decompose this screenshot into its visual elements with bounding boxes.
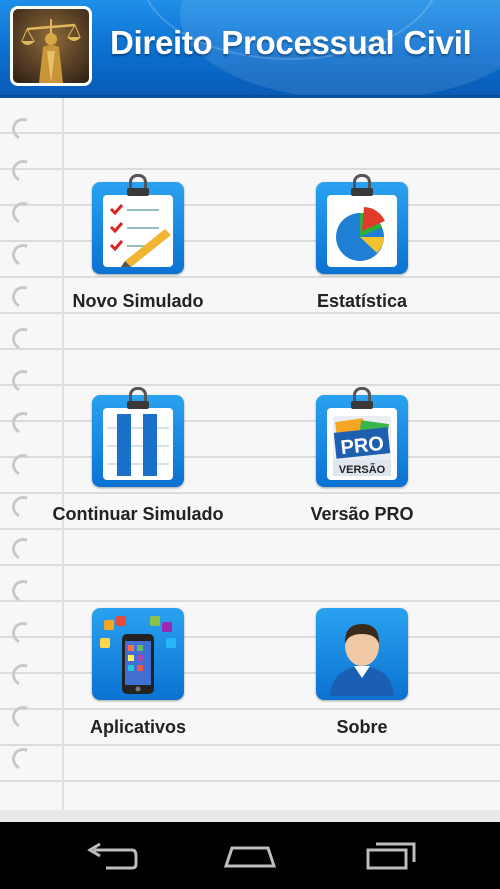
pro-badge-text: PRO bbox=[340, 433, 385, 459]
spiral-ring bbox=[8, 492, 38, 522]
spiral-ring bbox=[8, 240, 38, 270]
menu-item-sobre[interactable]: Sobre bbox=[262, 608, 462, 778]
pause-icon bbox=[92, 387, 184, 487]
spiral-ring bbox=[8, 576, 38, 606]
back-button[interactable] bbox=[80, 836, 140, 876]
system-navigation-bar bbox=[0, 822, 500, 889]
app-header: Direito Processual Civil bbox=[0, 0, 500, 98]
recents-button[interactable] bbox=[360, 836, 420, 876]
justice-statue-icon bbox=[13, 9, 89, 83]
versao-badge-text: VERSÃO bbox=[339, 463, 386, 476]
spiral-ring bbox=[8, 324, 38, 354]
spiral-ring bbox=[8, 702, 38, 732]
pro-version-icon: PRO VERSÃO bbox=[316, 387, 408, 487]
menu-item-label: Versão PRO bbox=[310, 504, 414, 524]
menu-item-versao-pro[interactable]: PRO VERSÃO Versão PRO bbox=[262, 387, 462, 565]
spiral-ring bbox=[8, 450, 38, 480]
spiral-ring bbox=[8, 660, 38, 690]
spiral-ring bbox=[8, 534, 38, 564]
spiral-ring bbox=[8, 282, 38, 312]
user-avatar-icon bbox=[316, 608, 408, 700]
spiral-ring bbox=[8, 618, 38, 648]
spiral-ring bbox=[8, 408, 38, 438]
recents-icon bbox=[366, 842, 416, 870]
spiral-ring bbox=[8, 198, 38, 228]
spiral-ring bbox=[8, 156, 38, 186]
spiral-ring bbox=[8, 114, 38, 144]
menu-item-label: Sobre bbox=[336, 717, 388, 737]
spiral-ring bbox=[8, 366, 38, 396]
menu-item-label: Novo Simulado bbox=[72, 291, 204, 311]
menu-item-label: Aplicativos bbox=[89, 717, 187, 737]
app-title: Direito Processual Civil bbox=[110, 24, 472, 61]
menu-item-continuar-simulado[interactable]: Continuar Simulado bbox=[38, 387, 238, 565]
menu-item-aplicativos[interactable]: Aplicativos bbox=[38, 608, 238, 778]
menu-item-novo-simulado[interactable]: Novo Simulado bbox=[38, 174, 238, 352]
back-icon bbox=[87, 842, 138, 870]
smartphone-apps-icon bbox=[92, 608, 184, 700]
menu-item-label: Continuar Simulado bbox=[52, 504, 224, 524]
home-button[interactable] bbox=[220, 836, 280, 876]
checklist-pencil-icon bbox=[92, 174, 184, 274]
notebook-bottom-edge bbox=[0, 810, 500, 822]
spiral-ring bbox=[8, 744, 38, 774]
menu-item-estatistica[interactable]: Estatística bbox=[262, 174, 462, 352]
pie-chart-icon bbox=[316, 174, 408, 274]
menu-item-label: Estatística bbox=[316, 291, 408, 311]
app-logo bbox=[10, 6, 92, 86]
home-icon bbox=[223, 846, 277, 868]
